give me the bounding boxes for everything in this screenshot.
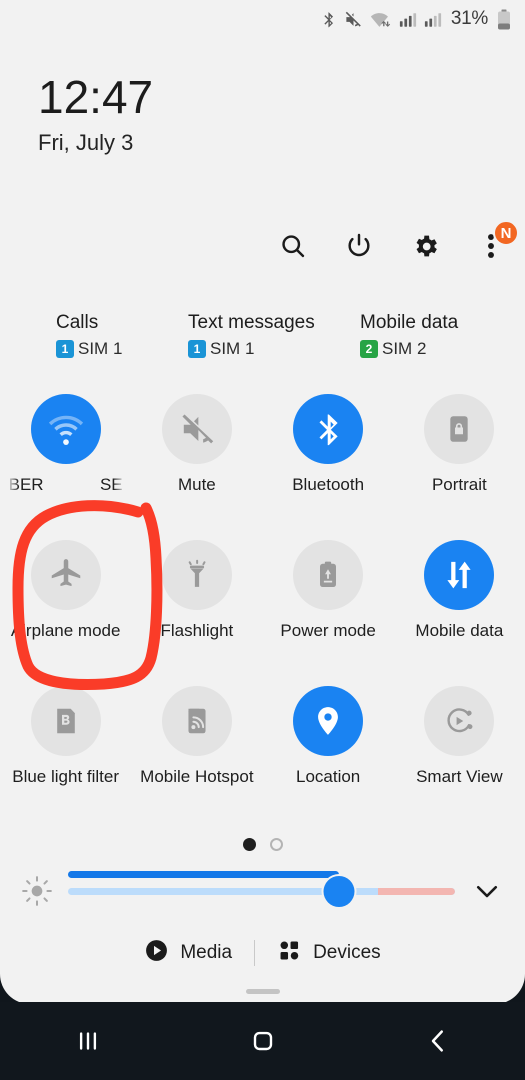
more-options-icon[interactable]: N bbox=[471, 220, 519, 266]
tile-mobile-hotspot[interactable]: Mobile Hotspot bbox=[131, 684, 262, 830]
chevron-down-icon[interactable] bbox=[463, 876, 511, 906]
brightness-row bbox=[0, 868, 525, 914]
tile-location[interactable]: Location bbox=[263, 684, 394, 830]
battery-percent-label: 31% bbox=[450, 8, 488, 29]
brightness-track bbox=[68, 887, 455, 895]
brightness-thumb[interactable] bbox=[323, 875, 355, 907]
wifi-data-icon bbox=[370, 10, 392, 29]
tile-bluetooth[interactable]: Bluetooth bbox=[263, 392, 394, 538]
sim-chip-1: 1 bbox=[56, 340, 74, 358]
tile-wifi-label-right: SE bbox=[99, 475, 123, 494]
sim-data-title: Mobile data bbox=[360, 312, 459, 333]
page-dot-inactive[interactable] bbox=[269, 838, 283, 851]
tile-flashlight-label: Flashlight bbox=[160, 621, 234, 640]
tile-bluetooth-label: Bluetooth bbox=[292, 475, 365, 494]
quick-settings-panel: 31% 12:47 Fri, July 3 N Calls 1 SIM 1 Te… bbox=[0, 0, 525, 1004]
location-icon bbox=[293, 686, 364, 756]
bluetooth-icon bbox=[293, 394, 364, 464]
sim-chip-2: 2 bbox=[360, 340, 378, 358]
signal-sim1-icon bbox=[399, 10, 417, 29]
media-label: Media bbox=[180, 942, 233, 963]
brightness-icon bbox=[14, 875, 60, 907]
clock-time: 12:47 bbox=[38, 71, 154, 123]
tile-smart-view[interactable]: Smart View bbox=[394, 684, 525, 830]
clock-date: Fri, July 3 bbox=[38, 130, 134, 155]
sim-data-item[interactable]: Mobile data 2 SIM 2 bbox=[360, 310, 509, 359]
tile-flashlight[interactable]: Flashlight bbox=[131, 538, 262, 684]
navigation-bar bbox=[0, 1002, 525, 1080]
search-icon[interactable] bbox=[273, 226, 313, 266]
signal-sim2-icon bbox=[424, 10, 442, 29]
tile-blue-light-filter-label: Blue light filter bbox=[12, 767, 120, 786]
tile-airplane-mode-label: Airplane mode bbox=[10, 621, 121, 640]
media-devices-bar: Media Devices bbox=[0, 930, 525, 976]
play-circle-icon bbox=[144, 938, 169, 968]
brightness-slider[interactable] bbox=[68, 871, 455, 911]
sim-text-sub: 1 SIM 1 bbox=[188, 339, 360, 359]
sim-calls-sub: 1 SIM 1 bbox=[56, 339, 188, 359]
page-dot-active[interactable] bbox=[242, 838, 256, 851]
tile-mute-label: Mute bbox=[177, 475, 216, 494]
battery-icon bbox=[497, 9, 511, 30]
devices-label: Devices bbox=[313, 942, 381, 963]
tile-wifi-label-left: BER bbox=[8, 475, 44, 494]
tile-power-mode-label: Power mode bbox=[280, 621, 376, 640]
sim-text-sub-label: SIM 1 bbox=[210, 339, 255, 358]
back-icon[interactable] bbox=[388, 1009, 488, 1073]
tile-mobile-hotspot-label: Mobile Hotspot bbox=[140, 767, 254, 786]
wifi-icon bbox=[30, 394, 101, 464]
brightness-track-fill bbox=[68, 871, 339, 878]
hotspot-icon bbox=[161, 686, 232, 756]
portrait-lock-icon bbox=[424, 394, 495, 464]
tile-smart-view-label: Smart View bbox=[416, 767, 503, 786]
mute-icon bbox=[344, 10, 363, 29]
tile-wifi-label: BER SE bbox=[7, 474, 125, 496]
notification-badge: N bbox=[493, 220, 519, 246]
sim-calls-title: Calls bbox=[56, 312, 99, 333]
blue-light-icon bbox=[30, 686, 101, 756]
recents-icon[interactable] bbox=[38, 1009, 138, 1073]
devices-grid-icon bbox=[277, 938, 302, 968]
status-bar: 31% bbox=[0, 0, 525, 38]
sim-calls-sub-label: SIM 1 bbox=[78, 339, 123, 358]
page-indicator bbox=[0, 838, 525, 851]
tile-mobile-data[interactable]: Mobile data bbox=[394, 538, 525, 684]
header-action-bar: N bbox=[273, 220, 519, 266]
flashlight-icon bbox=[161, 540, 232, 610]
mute-icon bbox=[161, 394, 232, 464]
power-mode-icon bbox=[293, 540, 364, 610]
power-icon[interactable] bbox=[339, 226, 379, 266]
tile-blue-light-filter[interactable]: Blue light filter bbox=[0, 684, 131, 830]
mobile-data-icon bbox=[424, 540, 495, 610]
tile-location-label: Location bbox=[295, 767, 361, 786]
sim-text-item[interactable]: Text messages 1 SIM 1 bbox=[188, 310, 360, 359]
airplane-icon bbox=[30, 540, 101, 610]
settings-icon[interactable] bbox=[405, 226, 445, 266]
tile-wifi[interactable]: BER SE bbox=[0, 392, 131, 538]
sim-chip-1: 1 bbox=[188, 340, 206, 358]
devices-button[interactable]: Devices bbox=[255, 938, 403, 968]
bluetooth-icon bbox=[320, 10, 337, 29]
sim-status-row: Calls 1 SIM 1 Text messages 1 SIM 1 Mobi… bbox=[0, 310, 525, 359]
tile-portrait[interactable]: Portrait bbox=[394, 392, 525, 538]
tile-power-mode[interactable]: Power mode bbox=[263, 538, 394, 684]
tile-mute[interactable]: Mute bbox=[131, 392, 262, 538]
sim-text-title: Text messages bbox=[188, 312, 315, 333]
tile-mobile-data-label: Mobile data bbox=[415, 621, 504, 640]
brightness-track-extra bbox=[377, 887, 455, 895]
smart-view-icon bbox=[424, 686, 495, 756]
sim-data-sub: 2 SIM 2 bbox=[360, 339, 509, 359]
panel-drag-handle[interactable] bbox=[245, 989, 280, 994]
quick-toggle-grid: BER SE Mute Bluetooth Portrait Airplane … bbox=[0, 392, 525, 830]
media-button[interactable]: Media bbox=[122, 938, 254, 968]
tile-portrait-label: Portrait bbox=[431, 475, 487, 494]
tile-airplane-mode[interactable]: Airplane mode bbox=[0, 538, 131, 684]
sim-data-sub-label: SIM 2 bbox=[382, 339, 427, 358]
home-icon[interactable] bbox=[213, 1009, 313, 1073]
clock-block[interactable]: 12:47 Fri, July 3 bbox=[38, 70, 153, 158]
sim-calls-item[interactable]: Calls 1 SIM 1 bbox=[16, 310, 188, 359]
phone-screen: 31% 12:47 Fri, July 3 N Calls 1 SIM 1 Te… bbox=[0, 0, 525, 1080]
